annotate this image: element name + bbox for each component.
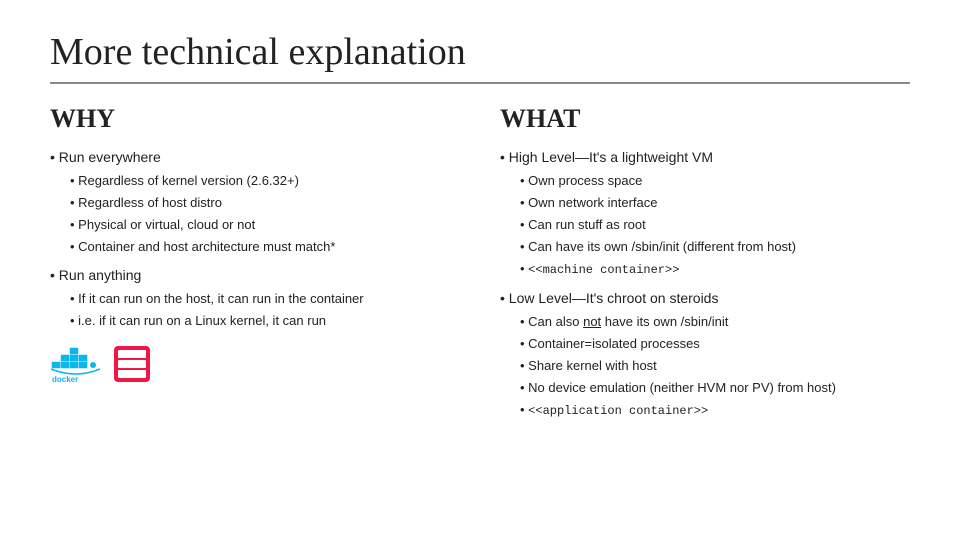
- docker-logo-icon: docker: [50, 344, 102, 384]
- why-sub-linux: i.e. if it can run on a Linux kernel, it…: [70, 312, 460, 330]
- columns: WHY Run everywhere Regardless of kernel …: [50, 104, 910, 520]
- what-note-machine: <<machine container>>: [520, 260, 910, 279]
- divider: [50, 82, 910, 84]
- what-sub-network: Own network interface: [520, 194, 910, 212]
- why-run-anything: Run anything If it can run on the host, …: [50, 266, 460, 330]
- what-list: High Level—It's a lightweight VM Own pro…: [500, 148, 910, 420]
- what-sub-root: Can run stuff as root: [520, 216, 910, 234]
- what-low-level: Low Level—It's chroot on steroids Can al…: [500, 289, 910, 420]
- what-high-level-sub: Own process space Own network interface …: [500, 172, 910, 257]
- what-note-app: <<application container>>: [520, 401, 910, 420]
- why-run-everywhere: Run everywhere Regardless of kernel vers…: [50, 148, 460, 256]
- logos: docker: [50, 336, 460, 384]
- what-sub-sbin: Can have its own /sbin/init (different f…: [520, 238, 910, 256]
- why-heading: WHY: [50, 104, 460, 134]
- what-sub-no-sbin: Can also not have its own /sbin/init: [520, 313, 910, 331]
- what-high-level-note: <<machine container>>: [500, 260, 910, 279]
- what-low-level-sub: Can also not have its own /sbin/init Con…: [500, 313, 910, 398]
- slide-title: More technical explanation: [50, 30, 910, 74]
- svg-text:docker: docker: [52, 375, 78, 384]
- why-column: WHY Run everywhere Regardless of kernel …: [50, 104, 460, 520]
- what-sub-process: Own process space: [520, 172, 910, 190]
- what-sub-isolated: Container=isolated processes: [520, 335, 910, 353]
- why-sub-distro: Regardless of host distro: [70, 194, 460, 212]
- openstack-logo-icon: [112, 344, 152, 384]
- why-run-everywhere-sub: Regardless of kernel version (2.6.32+) R…: [50, 172, 460, 257]
- what-column: WHAT High Level—It's a lightweight VM Ow…: [500, 104, 910, 520]
- why-list: Run everywhere Regardless of kernel vers…: [50, 148, 460, 330]
- what-sub-share-kernel: Share kernel with host: [520, 357, 910, 375]
- why-run-anything-sub: If it can run on the host, it can run in…: [50, 290, 460, 330]
- why-sub-host: If it can run on the host, it can run in…: [70, 290, 460, 308]
- what-high-level: High Level—It's a lightweight VM Own pro…: [500, 148, 910, 279]
- why-sub-kernel: Regardless of kernel version (2.6.32+): [70, 172, 460, 190]
- what-heading: WHAT: [500, 104, 910, 134]
- why-sub-container-host: Container and host architecture must mat…: [70, 238, 460, 256]
- why-sub-physical: Physical or virtual, cloud or not: [70, 216, 460, 234]
- what-low-level-note: <<application container>>: [500, 401, 910, 420]
- slide: More technical explanation WHY Run every…: [0, 0, 960, 540]
- what-sub-no-emulation: No device emulation (neither HVM nor PV)…: [520, 379, 910, 397]
